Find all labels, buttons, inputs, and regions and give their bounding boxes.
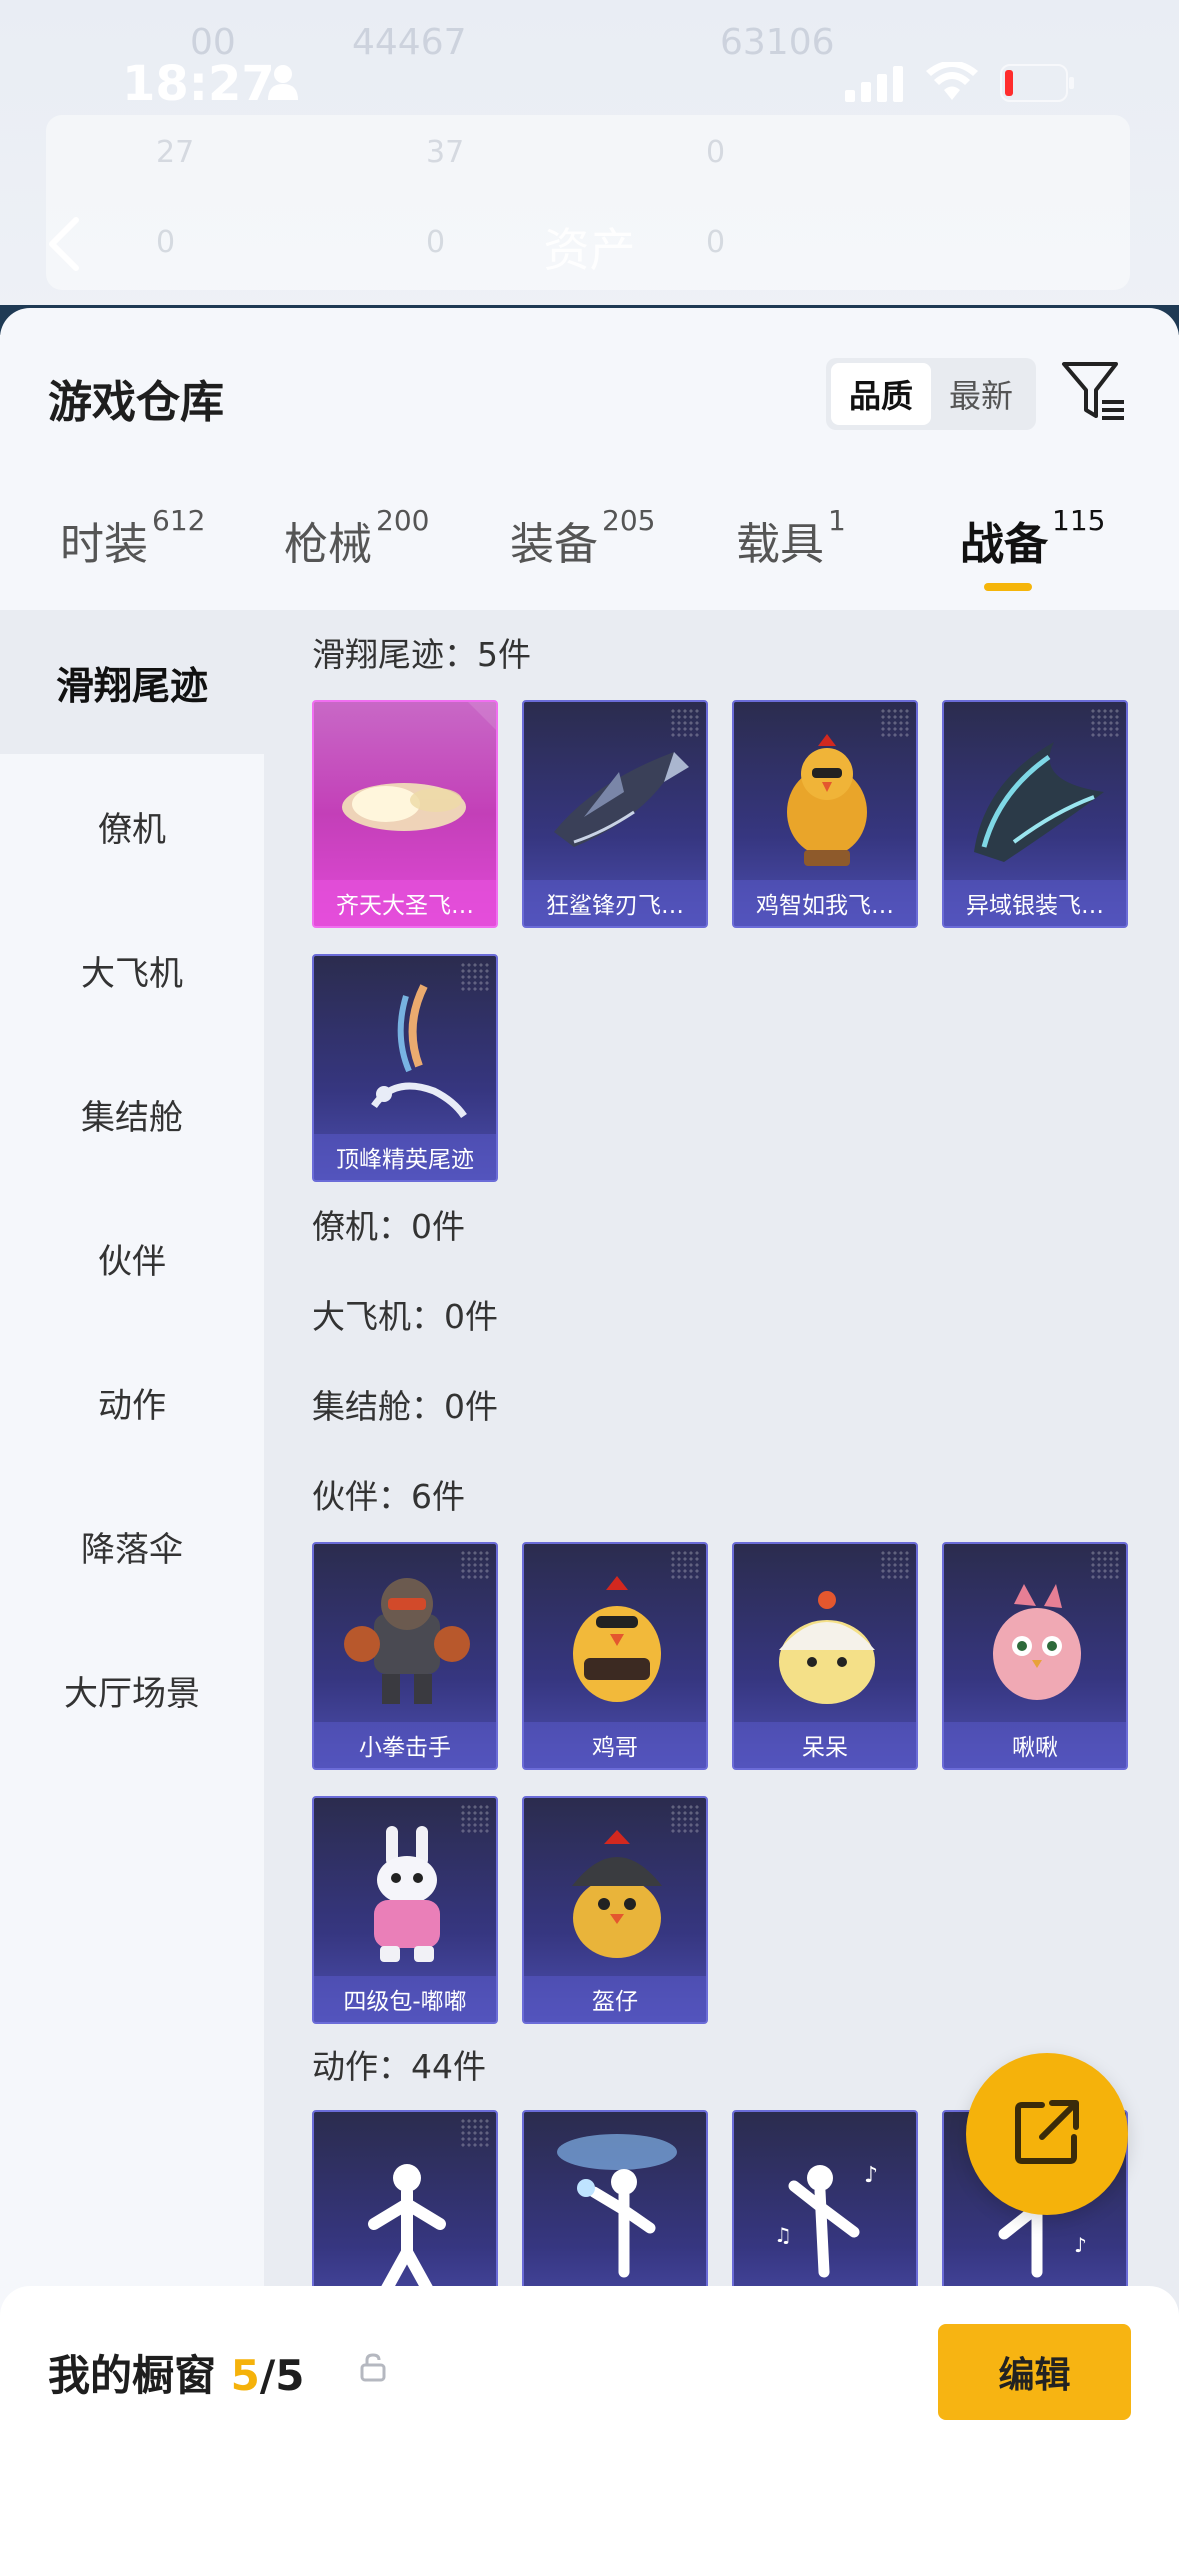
elite-trail-icon	[371, 984, 467, 1119]
svg-text:♪: ♪	[1074, 2233, 1087, 2257]
boxer-icon	[344, 1578, 470, 1704]
filter-icon[interactable]	[1060, 360, 1126, 428]
item-card[interactable]: 四级包-嘟嘟	[312, 1796, 498, 2024]
svg-text:♫: ♫	[774, 2223, 792, 2247]
nav-title: 资产	[543, 223, 636, 277]
sidebar-item-parachute[interactable]: 降落伞	[0, 1474, 264, 1618]
wifi-icon	[925, 60, 979, 106]
showcase-count-total: /5	[259, 2351, 305, 2400]
signal-icon	[845, 66, 905, 106]
tab-vehicles[interactable]: 载具 1	[736, 504, 846, 572]
item-name: 呆呆	[734, 1722, 916, 1768]
person-icon	[266, 64, 300, 104]
lock-icon[interactable]	[358, 2352, 388, 2386]
chick-icon	[779, 1591, 875, 1704]
sidebar-item-glide-trail[interactable]: 滑翔尾迹	[0, 610, 264, 754]
sidebar-item-lobby-scene[interactable]: 大厅场景	[0, 1618, 264, 1762]
item-card[interactable]: 呆呆	[732, 1542, 918, 1770]
tab-count: 612	[152, 504, 206, 537]
sidebar-item-assembly-pod[interactable]: 集结舱	[0, 1042, 264, 1186]
sidebar-item-wingman[interactable]: 僚机	[0, 754, 264, 898]
pink-bird-icon	[993, 1584, 1081, 1700]
tab-count: 200	[376, 504, 430, 537]
tab-count: 115	[1052, 504, 1106, 537]
showcase-title: 我的橱窗 5/5	[48, 2342, 304, 2403]
showcase-count-current: 5	[230, 2351, 260, 2400]
showcase-bar: 我的橱窗 5/5 编辑	[0, 2286, 1179, 2556]
music-pose-icon: ♪ ♫	[774, 2163, 878, 2278]
item-name: 小拳击手	[314, 1722, 496, 1768]
tab-count: 205	[602, 504, 656, 537]
item-card[interactable]: 狂鲨锋刃飞…	[522, 700, 708, 928]
status-bar: 18:27	[0, 50, 1179, 120]
item-name: 鸡智如我飞…	[734, 880, 916, 926]
item-card[interactable]: 鸡智如我飞…	[732, 700, 918, 928]
sidebar-item-big-plane[interactable]: 大飞机	[0, 898, 264, 1042]
tab-count: 1	[828, 504, 846, 537]
tab-fashion[interactable]: 时装 612	[60, 504, 205, 572]
item-name: 顶峰精英尾迹	[314, 1134, 496, 1180]
section-label-partner: 伙伴：6件	[312, 1477, 465, 1516]
showcase-label: 我的橱窗	[48, 2351, 217, 2400]
tab-active-indicator	[984, 583, 1032, 591]
ghost-text: 0	[706, 135, 726, 170]
status-time: 18:27	[122, 56, 275, 112]
sidebar-item-partner[interactable]: 伙伴	[0, 1186, 264, 1330]
item-name: 齐天大圣飞…	[314, 880, 496, 926]
item-name: 四级包-嘟嘟	[314, 1976, 496, 2022]
warehouse-sheet: 游戏仓库 品质 最新 时装 612 枪械 200 装备 205 载具 1 战备 115 滑…	[0, 308, 1179, 2556]
section-label-big-plane: 大飞机：0件	[312, 1297, 498, 1336]
shark-blade-icon	[554, 752, 689, 847]
share-button[interactable]	[966, 2053, 1128, 2215]
section-label-glide-trail: 滑翔尾迹：5件	[312, 635, 531, 674]
nav-bar: 资产	[0, 200, 1179, 290]
tab-firearms[interactable]: 枪械 200	[284, 504, 429, 572]
edit-button[interactable]: 编辑	[938, 2324, 1131, 2420]
item-name: 鸡哥	[524, 1722, 706, 1768]
item-name: 啾啾	[944, 1722, 1126, 1768]
sidebar-item-action[interactable]: 动作	[0, 1330, 264, 1474]
category-tabs: 时装 612 枪械 200 装备 205 载具 1 战备 115	[0, 504, 1179, 608]
cloud-trail-icon	[342, 783, 466, 831]
tab-label: 时装	[60, 519, 148, 570]
bunny-robot-icon	[374, 1826, 440, 1962]
tab-equipment[interactable]: 装备 205	[510, 504, 655, 572]
section-label-wingman: 僚机：0件	[312, 1207, 465, 1246]
item-card[interactable]: 异域银装飞…	[942, 700, 1128, 928]
item-card[interactable]: 鸡哥	[522, 1542, 708, 1770]
helmet-chick-icon	[572, 1830, 662, 1958]
ghost-text: 27	[156, 135, 195, 170]
item-name: 异域银装飞…	[944, 880, 1126, 926]
section-label-assembly-pod: 集结舱：0件	[312, 1387, 498, 1426]
silver-wing-icon	[974, 742, 1104, 862]
tab-battle-gear[interactable]: 战备 115	[960, 504, 1105, 572]
chicken-brother-icon	[573, 1576, 661, 1702]
sort-toggle: 品质 最新	[826, 358, 1036, 430]
share-icon	[1012, 2097, 1082, 2171]
item-card[interactable]: 小拳击手	[312, 1542, 498, 1770]
chicken-icon	[787, 734, 867, 866]
item-card[interactable]: 齐天大圣飞…	[312, 700, 498, 928]
item-card[interactable]: 啾啾	[942, 1542, 1128, 1770]
sort-quality-button[interactable]: 品质	[831, 363, 931, 425]
ghost-text: 37	[426, 135, 465, 170]
svg-text:♪: ♪	[864, 2163, 878, 2188]
sort-latest-button[interactable]: 最新	[931, 363, 1031, 425]
item-name: 狂鲨锋刃飞…	[524, 880, 706, 926]
section-label-action: 动作：44件	[312, 2047, 486, 2086]
magic-pose-icon	[557, 2134, 677, 2278]
item-card[interactable]: 顶峰精英尾迹	[312, 954, 498, 1182]
background-header: 00 44467 63106 27 37 0 0 0 0 18:27 资产	[0, 0, 1179, 335]
item-list: 滑翔尾迹：5件 齐天大圣飞… 狂鲨锋刃飞… 鸡智如我飞… 异域银装飞… 顶峰精英…	[264, 610, 1179, 2556]
item-name: 盔仔	[524, 1976, 706, 2022]
tab-label: 枪械	[284, 519, 372, 570]
item-card[interactable]: 盔仔	[522, 1796, 708, 2024]
battery-icon	[1000, 64, 1076, 106]
dance-pose-icon	[368, 2164, 446, 2292]
tab-label: 战备	[960, 519, 1048, 570]
tab-label: 装备	[510, 519, 598, 570]
page-title: 游戏仓库	[48, 377, 224, 428]
tab-label: 载具	[736, 519, 824, 570]
sidebar: 滑翔尾迹 僚机 大飞机 集结舱 伙伴 动作 降落伞 大厅场景	[0, 610, 264, 2556]
